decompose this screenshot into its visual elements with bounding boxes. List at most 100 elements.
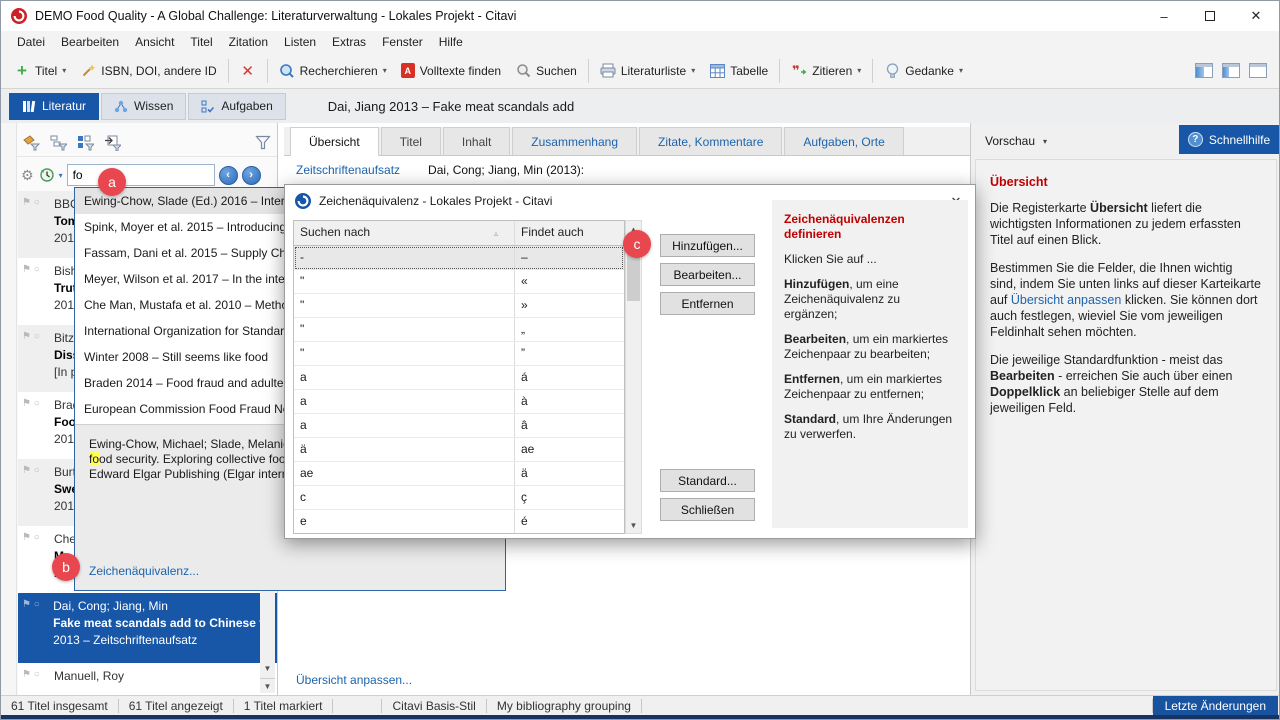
close-button[interactable]: ✕ <box>1233 1 1279 31</box>
gear-icon[interactable]: ⚙ <box>21 167 34 184</box>
menu-zitation[interactable]: Zitation <box>221 33 276 51</box>
import-filter-icon[interactable] <box>104 135 121 151</box>
table-header[interactable]: Suchen nachFindet auch ▵ <box>294 221 624 246</box>
layout-two-pane-icon[interactable] <box>1222 63 1240 78</box>
table-row[interactable]: "„ <box>294 318 624 342</box>
flag-icons: ⚑ ○ <box>22 465 50 526</box>
menu-fenster[interactable]: Fenster <box>374 33 431 51</box>
table-row[interactable]: eé <box>294 510 624 534</box>
category-filter-icon[interactable] <box>50 135 67 151</box>
minimize-button[interactable]: – <box>1141 1 1187 31</box>
menu-datei[interactable]: Datei <box>9 33 53 51</box>
zitieren-button[interactable]: ❞ Zitieren▾ <box>784 59 868 83</box>
tab-inhalt[interactable]: Inhalt <box>443 127 510 155</box>
table-row[interactable]: aâ <box>294 414 624 438</box>
table-row[interactable]: "» <box>294 294 624 318</box>
pdf-icon: A <box>401 63 415 78</box>
annotation-badge-a: a <box>98 168 126 196</box>
label-filter-icon[interactable] <box>23 135 40 151</box>
menu-extras[interactable]: Extras <box>324 33 374 51</box>
tab-zitate-kommentare[interactable]: Zitate, Kommentare <box>639 127 782 155</box>
reference-citation: Dai, Cong; Jiang, Min (2013): <box>428 163 584 177</box>
citavi-window: DEMO Food Quality - A Global Challenge: … <box>0 0 1280 720</box>
menu-titel[interactable]: Titel <box>182 33 220 51</box>
tab-aufgaben-orte[interactable]: Aufgaben, Orte <box>784 127 903 155</box>
flag-icons: ⚑ ○ <box>22 398 50 459</box>
table-row[interactable]: aá <box>294 366 624 390</box>
table-row[interactable]: cç <box>294 486 624 510</box>
vorschau-label[interactable]: Vorschau <box>985 134 1035 148</box>
layout-three-pane-icon[interactable] <box>1195 63 1213 78</box>
entfernen-button[interactable]: Entfernen <box>660 292 755 315</box>
scroll-to-end-icon[interactable]: ▼ <box>260 678 275 693</box>
hinzufuegen-button[interactable]: Hinzufügen... <box>660 234 755 257</box>
table-icon <box>709 63 725 79</box>
search-forward-button[interactable]: › <box>242 166 261 185</box>
letzte-aenderungen-button[interactable]: Letzte Änderungen <box>1153 696 1278 716</box>
flag-icons: ⚑ ○ <box>22 264 50 325</box>
chevron-down-icon: ▾ <box>62 66 66 75</box>
tab-uebersicht[interactable]: Übersicht <box>290 127 379 156</box>
table-row[interactable]: "« <box>294 270 624 294</box>
tab-wissen[interactable]: Wissen <box>101 93 186 120</box>
recherchieren-button[interactable]: Recherchieren▾ <box>272 59 394 83</box>
table-row[interactable]: äae <box>294 438 624 462</box>
list-item-selected[interactable]: ⚑ ○ Dai, Cong; Jiang, MinFake meat scand… <box>18 593 277 663</box>
uebersicht-anpassen-link[interactable]: Übersicht anpassen... <box>296 673 412 687</box>
chevron-down-icon[interactable]: ▾ <box>59 171 63 180</box>
isbn-doi-button[interactable]: ISBN, DOI, andere ID <box>73 59 223 83</box>
menu-listen[interactable]: Listen <box>276 33 324 51</box>
table-row[interactable]: aeä <box>294 462 624 486</box>
tab-titel[interactable]: Titel <box>381 127 441 155</box>
dialog-help-item: Bearbeiten, um ein markiertes Zeichenpaa… <box>784 332 956 362</box>
zeichenaequivalenz-link[interactable]: Zeichenäquivalenz... <box>89 564 199 579</box>
scroll-down-icon[interactable]: ▼ <box>626 517 641 533</box>
tab-aufgaben[interactable]: Aufgaben <box>188 93 285 120</box>
flag-icons: ⚑ ○ <box>22 669 50 695</box>
table-row-selected[interactable]: -– <box>294 246 624 270</box>
help-panel: Vorschau ▾ ? Schnellhilfe Übersicht Die … <box>970 123 1280 695</box>
schnellhilfe-button[interactable]: ? Schnellhilfe <box>1179 125 1279 154</box>
layout-one-pane-icon[interactable] <box>1249 63 1267 78</box>
tabelle-button[interactable]: Tabelle <box>702 59 775 83</box>
tab-literatur[interactable]: Literatur <box>9 93 99 120</box>
quick-help-content: Übersicht Die Registerkarte Übersicht li… <box>975 159 1277 691</box>
filter-funnel-icon[interactable] <box>255 135 271 150</box>
table-row[interactable]: aà <box>294 390 624 414</box>
search-history-icon[interactable] <box>38 167 55 183</box>
scroll-down-icon[interactable]: ▼ <box>260 661 275 676</box>
table-row[interactable]: "” <box>294 342 624 366</box>
quick-search-input[interactable] <box>67 164 215 186</box>
uebersicht-anpassen-help-link[interactable]: Übersicht anpassen <box>1011 293 1121 307</box>
chevron-down-icon: ▾ <box>691 66 695 75</box>
list-item[interactable]: ⚑ ○ Manuell, Roy <box>18 663 277 695</box>
status-grouping[interactable]: My bibliography grouping <box>487 699 641 713</box>
left-margin-strip <box>1 123 17 695</box>
search-back-button[interactable]: ‹ <box>219 166 238 185</box>
magic-wand-icon <box>80 63 96 79</box>
reference-type-link[interactable]: Zeitschriftenaufsatz <box>296 163 400 177</box>
add-title-button[interactable]: + Titel▾ <box>7 59 73 83</box>
bearbeiten-button[interactable]: Bearbeiten... <box>660 263 755 286</box>
standard-button[interactable]: Standard... <box>660 469 755 492</box>
books-icon <box>22 100 36 113</box>
suchen-button[interactable]: Suchen <box>508 59 584 83</box>
literaturliste-button[interactable]: Literaturliste▾ <box>593 59 702 83</box>
chevron-down-icon[interactable]: ▾ <box>1043 137 1047 146</box>
printer-icon <box>600 63 616 79</box>
workspace-nav: Literatur Wissen Aufgaben Dai, Jiang 201… <box>1 89 1279 123</box>
table-scrollbar[interactable]: ▲ ▼ <box>625 220 642 534</box>
menu-bearbeiten[interactable]: Bearbeiten <box>53 33 127 51</box>
menu-hilfe[interactable]: Hilfe <box>431 33 471 51</box>
status-citation-style[interactable]: Citavi Basis-Stil <box>382 699 485 713</box>
menu-ansicht[interactable]: Ansicht <box>127 33 182 51</box>
tab-zusammenhang[interactable]: Zusammenhang <box>512 127 637 155</box>
dialog-help-item: Hinzufügen, um eine Zeichenäquivalenz zu… <box>784 277 956 322</box>
maximize-button[interactable] <box>1187 1 1233 31</box>
schliessen-button[interactable]: Schließen <box>660 498 755 521</box>
group-filter-icon[interactable] <box>77 135 94 151</box>
delete-title-button[interactable]: ✕ <box>233 59 263 83</box>
volltexte-button[interactable]: A Volltexte finden <box>394 59 508 82</box>
gedanke-button[interactable]: Gedanke▾ <box>877 59 970 83</box>
search-globe-icon <box>279 63 295 79</box>
